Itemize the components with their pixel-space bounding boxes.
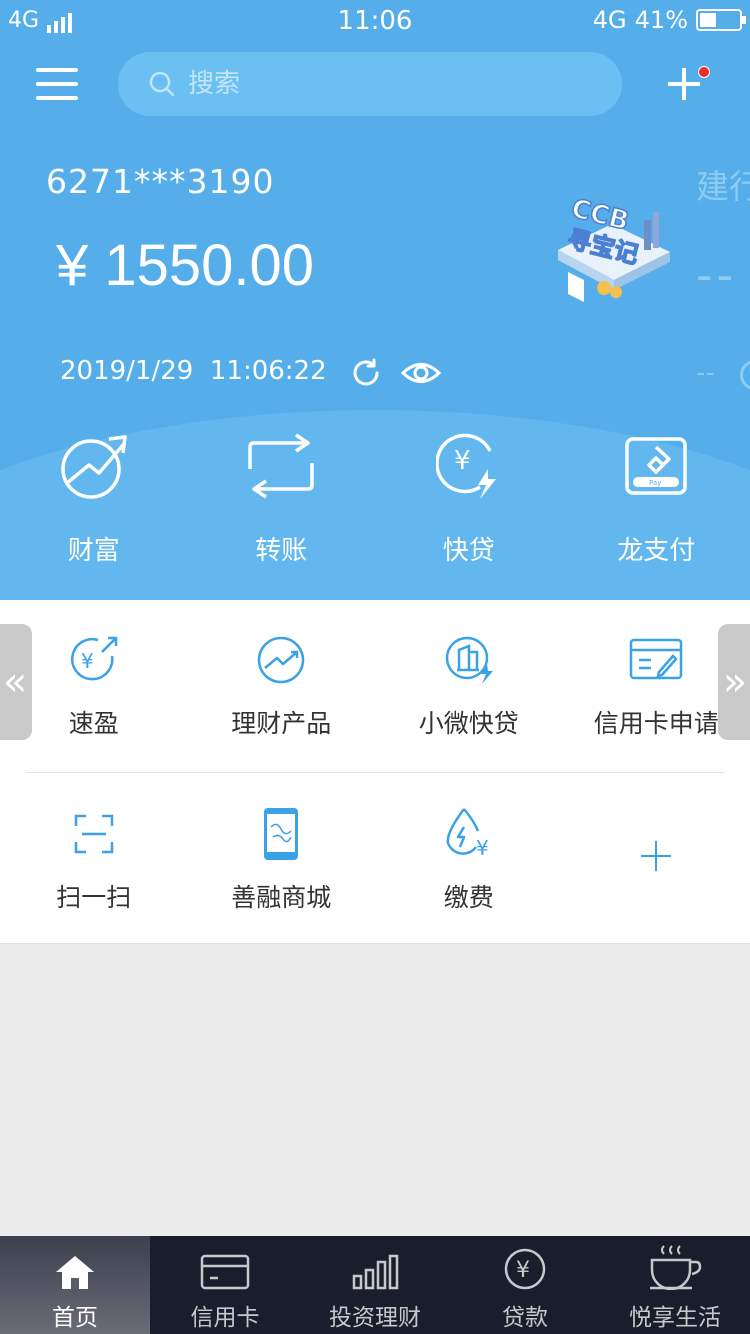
search-input[interactable] xyxy=(188,69,588,99)
bottom-tab-bar: 首页 信用卡 投资理财 ¥ 贷款 悦享生活 xyxy=(0,1236,750,1334)
balance-date: 2019/1/29 xyxy=(60,356,194,386)
bar-chart-icon xyxy=(352,1254,399,1290)
transfer-icon xyxy=(248,433,314,499)
credit-card-icon xyxy=(200,1254,250,1290)
service-credit-card-apply[interactable]: 信用卡申请 xyxy=(563,630,750,740)
quick-action-label: 财富 xyxy=(67,536,120,566)
status-bar: 4G 11:06 4G 41% xyxy=(0,0,750,44)
tab-loans[interactable]: ¥ 贷款 xyxy=(450,1236,600,1334)
small-business-loan-icon xyxy=(445,636,493,684)
services-row: ¥ 速盈 理财产品 小微快贷 信用卡申请 xyxy=(0,630,750,740)
service-label: 信用卡申请 xyxy=(593,709,719,738)
quick-action-quick-loan[interactable]: ¥ 快贷 xyxy=(375,428,563,568)
mall-phone-icon xyxy=(264,808,299,860)
service-small-business-loan[interactable]: 小微快贷 xyxy=(375,630,563,740)
next-card-value: -- xyxy=(696,248,738,302)
service-suying[interactable]: ¥ 速盈 xyxy=(0,630,188,740)
svg-text:¥: ¥ xyxy=(516,1258,530,1283)
quick-loan-icon: ¥ xyxy=(435,433,496,499)
service-label: 扫一扫 xyxy=(56,883,132,912)
services-panel: « » ¥ 速盈 理财产品 小微快贷 信用卡申请 扫一扫 善融商城 ¥ 缴费 xyxy=(0,600,750,944)
long-pay-icon: Pay xyxy=(625,437,687,495)
quick-action-label: 转账 xyxy=(255,536,308,566)
tab-label: 贷款 xyxy=(502,1305,548,1331)
tab-label: 信用卡 xyxy=(190,1305,260,1331)
next-card-title[interactable]: 建行 xyxy=(696,160,750,208)
svg-text:¥: ¥ xyxy=(476,836,489,860)
battery-icon xyxy=(696,9,746,31)
ccb-treasure-promo-banner[interactable]: CCB 寻宝记 xyxy=(548,180,676,310)
refresh-icon[interactable] xyxy=(350,357,382,389)
coffee-cup-icon xyxy=(650,1245,702,1290)
quick-actions: 财富 转账 ¥ 快贷 Pay 龙支付 xyxy=(0,428,750,568)
search-bar[interactable] xyxy=(118,52,622,116)
balance-timestamp: 2019/1/29 11:06:22 xyxy=(60,356,327,386)
service-scan[interactable]: 扫一扫 xyxy=(0,804,188,914)
quick-action-label: 快贷 xyxy=(442,536,495,566)
svg-text:¥: ¥ xyxy=(454,446,471,476)
eye-icon[interactable] xyxy=(401,358,441,388)
tab-lifestyle[interactable]: 悦享生活 xyxy=(600,1236,750,1334)
account-header: 4G 11:06 4G 41% 6271***3190 ¥ 1550.00 20… xyxy=(0,0,750,600)
next-card-sub: -- xyxy=(696,358,715,388)
notification-dot xyxy=(698,66,710,78)
quick-action-wealth[interactable]: 财富 xyxy=(0,428,188,568)
yen-coin-icon: ¥ xyxy=(504,1248,546,1290)
service-label: 速盈 xyxy=(68,709,119,738)
tab-label: 首页 xyxy=(52,1305,98,1331)
tab-investment[interactable]: 投资理财 xyxy=(300,1236,450,1334)
service-label: 缴费 xyxy=(443,883,494,912)
credit-card-apply-icon xyxy=(630,638,683,680)
tab-home[interactable]: 首页 xyxy=(0,1236,150,1334)
financial-products-icon xyxy=(258,636,305,684)
add-icon-button[interactable] xyxy=(662,62,710,106)
search-icon xyxy=(149,71,175,97)
service-add-more[interactable] xyxy=(563,804,750,914)
tab-label: 投资理财 xyxy=(329,1305,421,1331)
quick-action-transfer[interactable]: 转账 xyxy=(188,428,376,568)
service-utility-payment[interactable]: ¥ 缴费 xyxy=(375,804,563,914)
svg-text:¥: ¥ xyxy=(81,649,94,673)
scan-icon xyxy=(74,814,113,854)
service-label: 小微快贷 xyxy=(418,709,519,738)
quick-action-label: 龙支付 xyxy=(617,536,696,566)
services-row: 扫一扫 善融商城 ¥ 缴费 xyxy=(0,804,750,914)
status-right: 4G 41% xyxy=(592,6,746,34)
network-label-right: 4G xyxy=(592,6,627,34)
tab-credit-card[interactable]: 信用卡 xyxy=(150,1236,300,1334)
battery-percent: 41% xyxy=(634,6,688,34)
home-icon xyxy=(56,1256,94,1289)
services-divider xyxy=(26,772,724,773)
add-icon xyxy=(641,841,672,871)
next-card-refresh-icon[interactable] xyxy=(740,360,750,390)
utility-payment-icon: ¥ xyxy=(446,808,489,860)
service-label: 理财产品 xyxy=(231,709,332,738)
tab-label: 悦享生活 xyxy=(629,1305,721,1331)
balance-time: 11:06:22 xyxy=(209,356,327,386)
battery-level-fill xyxy=(700,13,716,27)
wealth-icon xyxy=(61,435,127,499)
svg-text:Pay: Pay xyxy=(649,479,661,487)
account-balance: ¥ 1550.00 xyxy=(56,233,315,298)
suying-icon: ¥ xyxy=(70,636,117,681)
menu-icon[interactable] xyxy=(36,68,78,100)
quick-action-long-pay[interactable]: Pay 龙支付 xyxy=(563,428,750,568)
account-number[interactable]: 6271***3190 xyxy=(46,162,274,201)
service-mall[interactable]: 善融商城 xyxy=(188,804,376,914)
service-label: 善融商城 xyxy=(231,883,332,912)
service-financial-products[interactable]: 理财产品 xyxy=(188,630,376,740)
